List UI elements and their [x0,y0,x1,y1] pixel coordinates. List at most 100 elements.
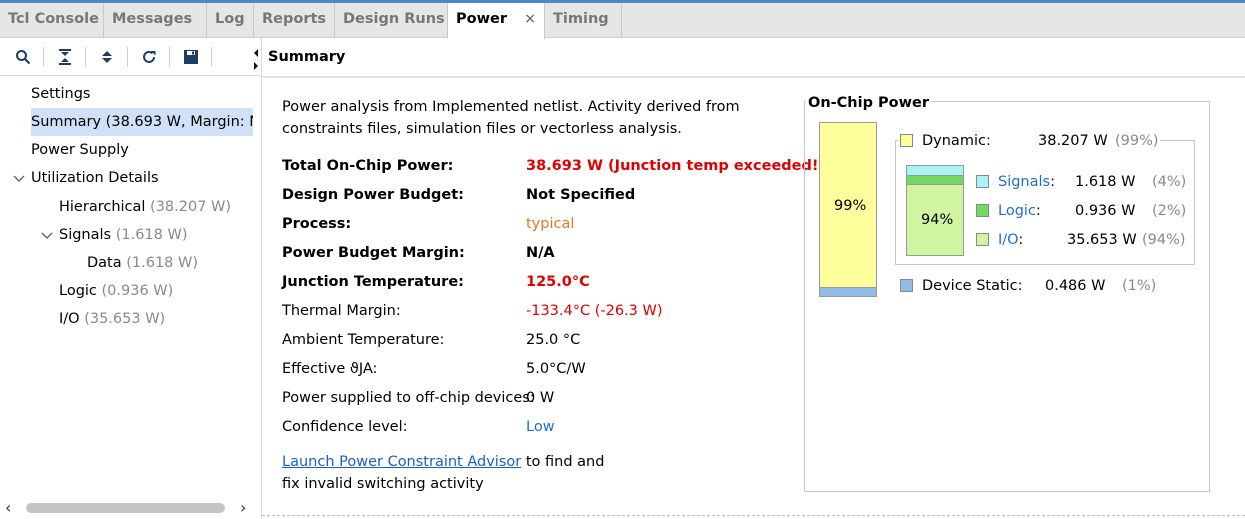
group-border-right [1194,140,1195,155]
io-percent-label: 94% [921,212,954,228]
tab-messages[interactable]: Messages [104,3,207,38]
logic-legend-value: 0.936 W [1075,203,1136,219]
horizontal-scrollbar[interactable]: ‹ › [0,498,262,519]
signals-swatch [976,175,989,188]
dynamic-legend-value: 38.207 W [1038,133,1108,149]
tree-item-summary[interactable]: Summary (38.693 W, Margin: N/A) [31,108,253,136]
logic-legend: Logic: [998,203,1041,219]
ambient-temp-label: Ambient Temperature: [282,332,445,348]
expand-all-icon[interactable] [97,47,117,67]
tree-item-label: Signals [59,227,112,243]
tab-tcl-console[interactable]: Tcl Console [0,3,104,38]
tab-reports[interactable]: Reports [254,3,335,38]
io-swatch [976,233,989,246]
tree-toolbar [0,38,262,76]
tree-item-hierarchical[interactable]: Hierarchical (38.207 W) [59,197,231,217]
power-budget-label: Design Power Budget: [282,187,464,203]
chevron-down-icon[interactable] [13,175,25,183]
chevron-down-icon[interactable] [41,232,53,240]
tree-item-label: I/O [59,311,80,327]
ambient-temp-value: 25.0 °C [526,332,581,348]
off-chip-power-label: Power supplied to off-chip devices: [282,390,535,406]
junction-temp-value: 125.0°C [526,274,590,290]
tab-design-runs[interactable]: Design Runs [335,3,448,38]
tab-label: Design Runs [343,11,445,27]
logic-colon: : [1035,203,1041,219]
tab-label: Reports [262,11,327,27]
dynamic-breakdown-bar [906,165,964,256]
io-link[interactable]: I/O [998,232,1018,248]
page-title: Summary [268,49,346,65]
effective-theta-ja-label: Effective ϑJA: [282,361,378,377]
dynamic-legend-label: Dynamic: [922,133,991,149]
signals-link[interactable]: Signals [998,174,1050,190]
tree-item-value: (35.653 W) [84,311,166,327]
tree-item-utilization-details[interactable]: Utilization Details [31,168,159,188]
report-tree-pane: Settings Summary (38.693 W, Margin: N/A)… [0,38,262,519]
logic-link[interactable]: Logic [998,203,1036,219]
scroll-right-icon[interactable]: › [240,498,246,517]
tab-label: Timing [553,11,609,27]
signals-colon: : [1050,174,1055,190]
summary-intro: Power analysis from Implemented netlist.… [282,99,740,137]
search-icon[interactable] [13,47,33,67]
scrollbar-thumb[interactable] [26,503,225,513]
collapse-left-icon[interactable] [254,49,258,57]
off-chip-power-value: 0 W [526,390,555,406]
expand-right-icon[interactable] [254,62,258,70]
io-legend-percent: (94%) [1142,232,1186,248]
logic-swatch [976,204,989,217]
tab-bar: Tcl Console Messages Log Reports Design … [0,0,1245,39]
tab-label: Log [215,11,245,27]
tab-timing[interactable]: Timing [545,3,622,38]
tree-item-logic[interactable]: Logic (0.936 W) [59,281,173,301]
bottom-divider [262,515,1245,516]
static-legend-label: Device Static: [922,278,1023,294]
close-icon[interactable]: × [524,3,536,36]
group-border-right-stub [1160,140,1195,141]
tree-item-settings[interactable]: Settings [31,84,90,104]
dynamic-swatch [900,134,913,147]
budget-margin-label: Power Budget Margin: [282,245,465,261]
tree-item-label: Hierarchical [59,199,146,215]
power-budget-value: Not Specified [526,187,636,203]
static-swatch [900,279,913,292]
save-icon[interactable] [181,47,201,67]
io-legend-value: 35.653 W [1067,232,1137,248]
dynamic-legend-percent: (99%) [1115,133,1159,149]
on-chip-power-title: On-Chip Power [806,95,931,111]
tree-item-power-supply[interactable]: Power Supply [31,140,129,160]
io-legend: I/O: [998,232,1023,248]
thermal-margin-value: -133.4°C (-26.3 W) [526,303,663,319]
collapse-all-icon[interactable] [55,47,75,67]
advisor-text-block: Launch Power Constraint Advisor to find … [282,451,612,495]
thermal-margin-label: Thermal Margin: [282,303,401,319]
static-legend-value: 0.486 W [1045,278,1106,294]
confidence-value[interactable]: Low [526,419,555,435]
signals-legend-value: 1.618 W [1075,174,1136,190]
effective-theta-ja-value: 5.0°C/W [526,361,586,377]
signals-legend: Signals: [998,174,1055,190]
process-value: typical [526,216,575,232]
dynamic-percent-label: 99% [834,198,867,214]
tree-item-label: Summary (38.693 W, Margin: N/A) [31,114,253,130]
confidence-label: Confidence level: [282,419,408,435]
tab-log[interactable]: Log [207,3,254,38]
tree-item-signals[interactable]: Signals (1.618 W) [59,225,188,245]
tab-power[interactable]: Power × [448,3,545,39]
power-constraint-advisor-link[interactable]: Launch Power Constraint Advisor [282,454,521,470]
tree-item-data[interactable]: Data (1.618 W) [87,253,198,273]
group-border-left [895,140,896,155]
logic-legend-percent: (2%) [1152,203,1187,219]
tree-item-io[interactable]: I/O (35.653 W) [59,309,165,329]
signals-legend-percent: (4%) [1152,174,1187,190]
tab-label: Tcl Console [8,11,99,27]
refresh-icon[interactable] [139,47,159,67]
tree-item-label: Data [87,255,122,271]
signals-segment [907,166,963,176]
static-legend-percent: (1%) [1122,278,1157,294]
tree-item-label: Utilization Details [31,170,159,186]
total-power-label: Total On-Chip Power: [282,158,454,174]
tab-label: Power [456,11,507,27]
scroll-left-icon[interactable]: ‹ [5,498,11,517]
